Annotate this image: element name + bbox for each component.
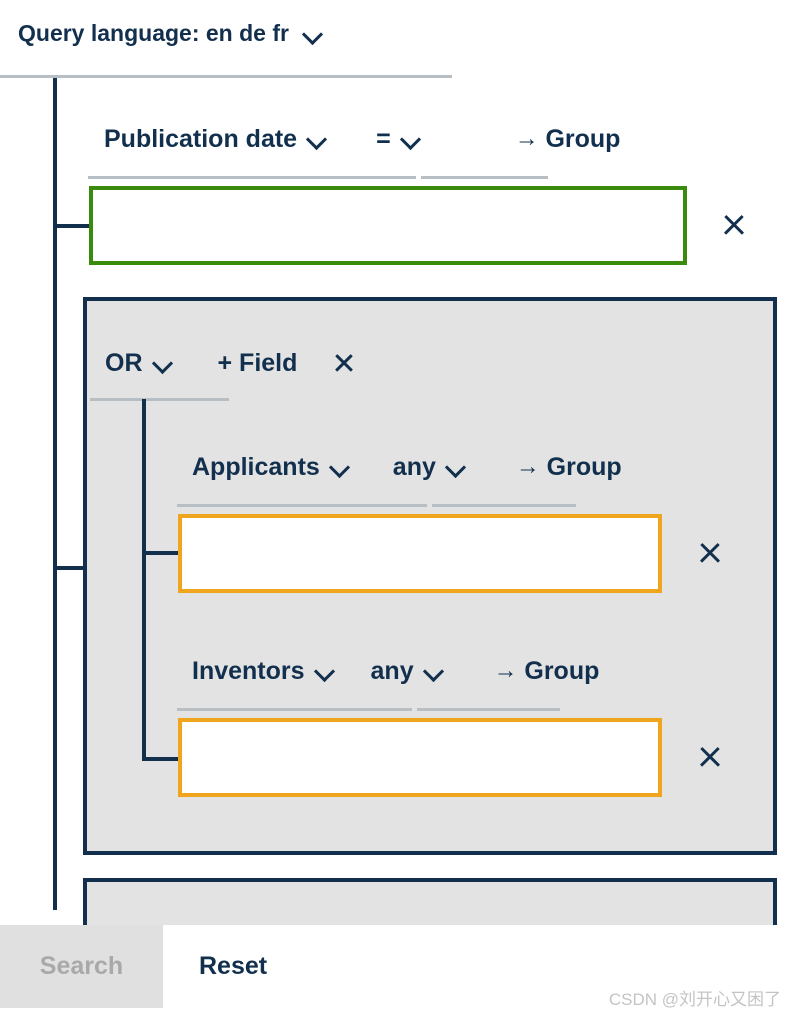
group-tree-trunk-line [142, 399, 146, 761]
field-select-label: Inventors [192, 656, 305, 685]
query-language-label: Query language: en de fr [18, 20, 289, 46]
operator-select-label: any [392, 452, 436, 481]
chevron-down-icon[interactable] [307, 132, 329, 146]
group-link-label: Group [524, 656, 600, 685]
value-input-publication-date[interactable] [89, 186, 687, 265]
convert-to-group-link-top-field[interactable]: → Group [515, 125, 621, 154]
tree-branch-group [53, 566, 87, 570]
operator-select-top-field[interactable]: = [376, 125, 423, 154]
group-operator-label: OR [105, 348, 143, 377]
query-language-dropdown[interactable]: Query language: en de fr [18, 20, 325, 47]
search-button[interactable]: Search [0, 925, 163, 1008]
chevron-down-icon[interactable] [446, 460, 468, 474]
field-select-inventors[interactable]: Inventors [192, 657, 337, 686]
chevron-down-icon[interactable] [424, 664, 446, 678]
chevron-down-icon[interactable] [330, 460, 352, 474]
value-input-applicants[interactable] [178, 514, 662, 593]
query-language-bar: Query language: en de fr [0, 0, 789, 76]
arrow-right-icon: → [514, 125, 539, 152]
value-input-inventors[interactable] [178, 718, 662, 797]
arrow-right-icon: → [515, 453, 540, 480]
field-select-underline [177, 504, 427, 507]
remove-field-button-publication-date[interactable] [721, 212, 747, 238]
arrow-right-icon: → [493, 657, 518, 684]
field-select-underline [88, 176, 416, 179]
group-tree-branch-applicants [142, 551, 180, 555]
group-operator-underline [90, 398, 229, 401]
convert-to-group-link-inventors[interactable]: → Group [494, 657, 600, 686]
group-operator-select-or[interactable]: OR [105, 349, 175, 378]
tree-branch-top-field [53, 224, 91, 228]
add-field-label: + Field [217, 348, 298, 377]
tree-trunk-line [53, 78, 57, 910]
chevron-down-icon[interactable] [153, 356, 175, 370]
remove-field-button-inventors[interactable] [697, 744, 723, 770]
field-select-label: Publication date [104, 124, 298, 153]
convert-to-group-link-applicants[interactable]: → Group [516, 453, 622, 482]
chevron-down-icon[interactable] [401, 132, 423, 146]
operator-select-label: = [376, 124, 391, 153]
inventors-field-controls: Inventors any → Group [192, 652, 599, 690]
add-field-button[interactable]: + Field [218, 349, 298, 378]
operator-select-underline [417, 708, 560, 711]
field-select-underline [177, 708, 412, 711]
chevron-down-icon[interactable] [315, 664, 337, 678]
field-select-applicants[interactable]: Applicants [192, 453, 352, 482]
field-select-publication-date[interactable]: Publication date [104, 125, 329, 154]
top-field-controls: Publication date = → Group [104, 120, 620, 158]
group-header-controls: OR + Field [105, 344, 355, 382]
operator-select-label: any [370, 656, 414, 685]
field-select-label: Applicants [192, 452, 320, 481]
group-tree-branch-inventors [142, 757, 180, 761]
remove-field-button-applicants[interactable] [697, 540, 723, 566]
operator-select-underline [432, 504, 576, 507]
watermark: CSDN @刘开心又困了 [608, 990, 781, 1009]
header-divider [0, 75, 452, 78]
group-link-label: Group [546, 452, 622, 481]
group-link-label: Group [545, 124, 621, 153]
remove-group-button[interactable] [333, 352, 355, 374]
operator-select-inventors[interactable]: any [371, 657, 446, 686]
operator-select-applicants[interactable]: any [393, 453, 468, 482]
operator-select-underline [421, 176, 548, 179]
applicants-field-controls: Applicants any → Group [192, 448, 622, 486]
reset-button[interactable]: Reset [199, 925, 267, 1008]
chevron-down-icon[interactable] [303, 27, 325, 41]
